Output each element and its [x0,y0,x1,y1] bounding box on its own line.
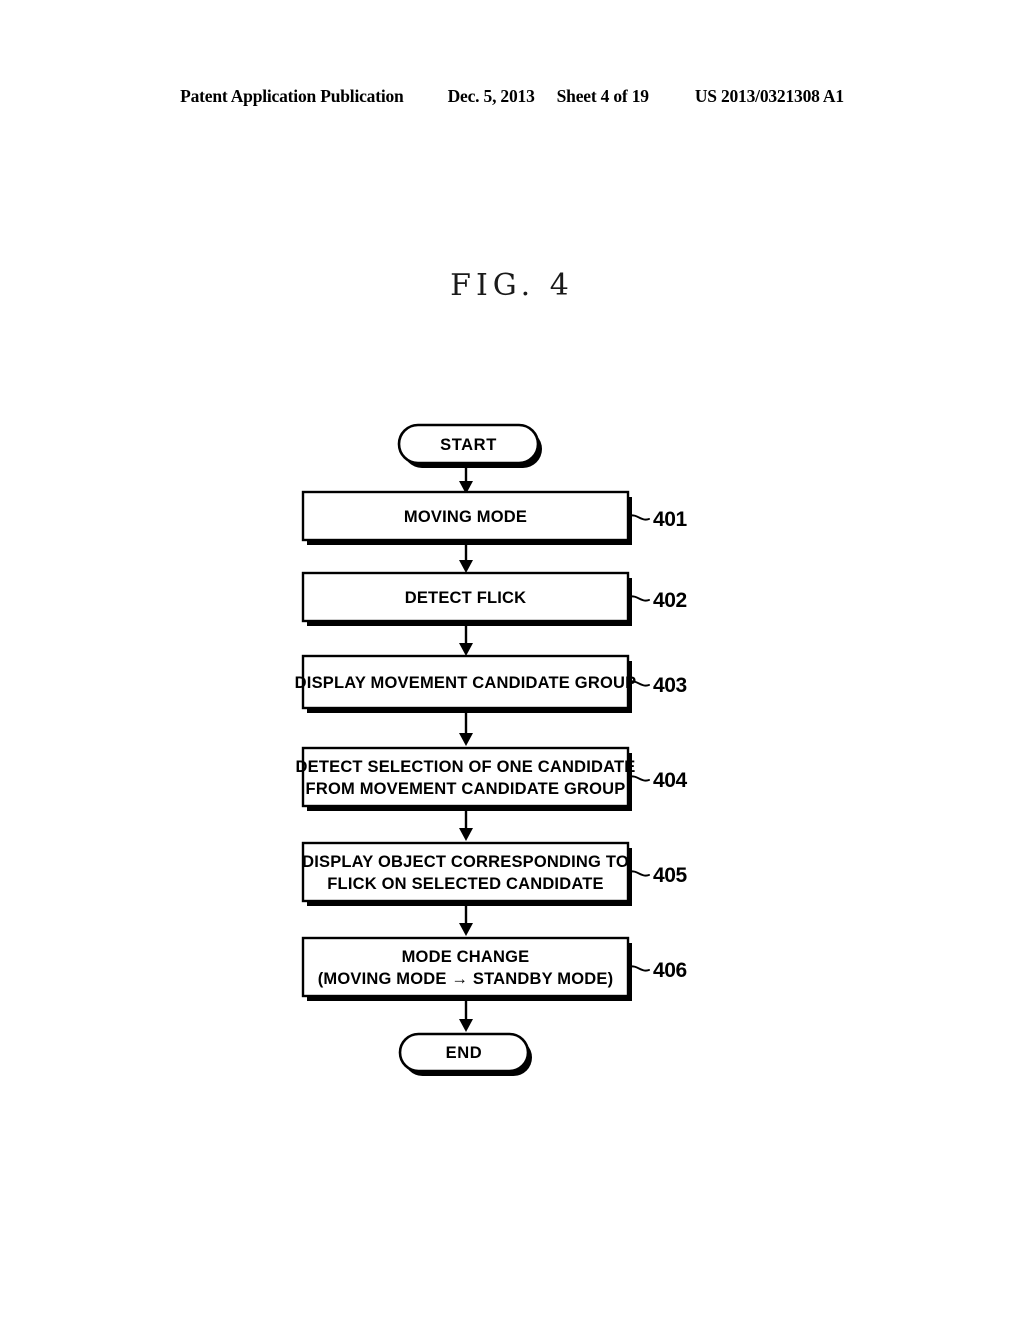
reference-numeral-401-text: 401 [653,508,688,531]
flow-node-405-label-line1: DISPLAY OBJECT CORRESPONDING TO [302,853,629,871]
flow-node-403-label-line1: DISPLAY MOVEMENT CANDIDATE GROUP [295,674,637,692]
reference-numeral-405-text: 405 [653,864,688,887]
reference-numeral-403-text: 403 [653,674,687,697]
flow-node-401-label-line1: MOVING MODE [404,508,527,526]
reference-numeral-401: 401 [628,508,688,531]
flow-node-401: MOVING MODE [301,490,632,545]
reference-numeral-404: 404 [628,769,688,792]
flow-node-406-label-line1: MODE CHANGE [402,948,530,966]
flow-node-start-label: START [440,436,497,454]
page-running-header: Patent Application Publication Dec. 5, 2… [0,86,1024,112]
flow-node-405-label-line2: FLICK ON SELECTED CANDIDATE [327,875,603,893]
reference-numeral-405: 405 [628,864,688,887]
connector-405-to-406 [459,901,473,936]
reference-numeral-403: 403 [628,674,687,697]
flow-node-403: DISPLAY MOVEMENT CANDIDATE GROUP [295,654,637,713]
header-publication-number: US 2013/0321308 A1 [694,86,844,106]
header-publication-label: Patent Application Publication [180,86,404,106]
reference-numeral-404-text: 404 [653,769,688,792]
header-sheet-label: Sheet 4 of 19 [556,86,649,106]
figure-title: FIG. 4 [450,268,574,303]
flow-node-406-label-line2: (MOVING MODE → STANDBY MODE) [318,970,614,988]
flow-node-402: DETECT FLICK [301,571,632,626]
reference-numeral-406: 406 [628,959,687,982]
connector-402-to-403 [459,621,473,656]
flow-node-404: DETECT SELECTION OF ONE CANDIDATE FROM M… [296,746,636,811]
flow-node-405: DISPLAY OBJECT CORRESPONDING TO FLICK ON… [301,841,632,906]
connector-404-to-405 [459,806,473,841]
header-date-label: Dec. 5, 2013 [447,86,535,106]
flow-node-start: START [397,423,542,468]
flow-node-end-label: END [446,1044,483,1062]
flow-node-end: END [398,1032,532,1076]
connector-403-to-404 [459,708,473,746]
reference-numeral-402: 402 [628,589,687,612]
flowchart-diagram: START MOVING MODE 401 DETECT FLICK 402 D… [0,405,1024,1105]
connector-406-to-end [459,996,473,1032]
flow-node-404-label-line2: FROM MOVEMENT CANDIDATE GROUP [306,780,626,798]
reference-numeral-406-text: 406 [653,959,687,982]
flow-node-402-label-line1: DETECT FLICK [405,589,527,607]
flow-node-404-label-line1: DETECT SELECTION OF ONE CANDIDATE [296,758,636,776]
flow-node-406: MODE CHANGE (MOVING MODE → STANDBY MODE) [301,936,632,1001]
reference-numeral-402-text: 402 [653,589,687,612]
